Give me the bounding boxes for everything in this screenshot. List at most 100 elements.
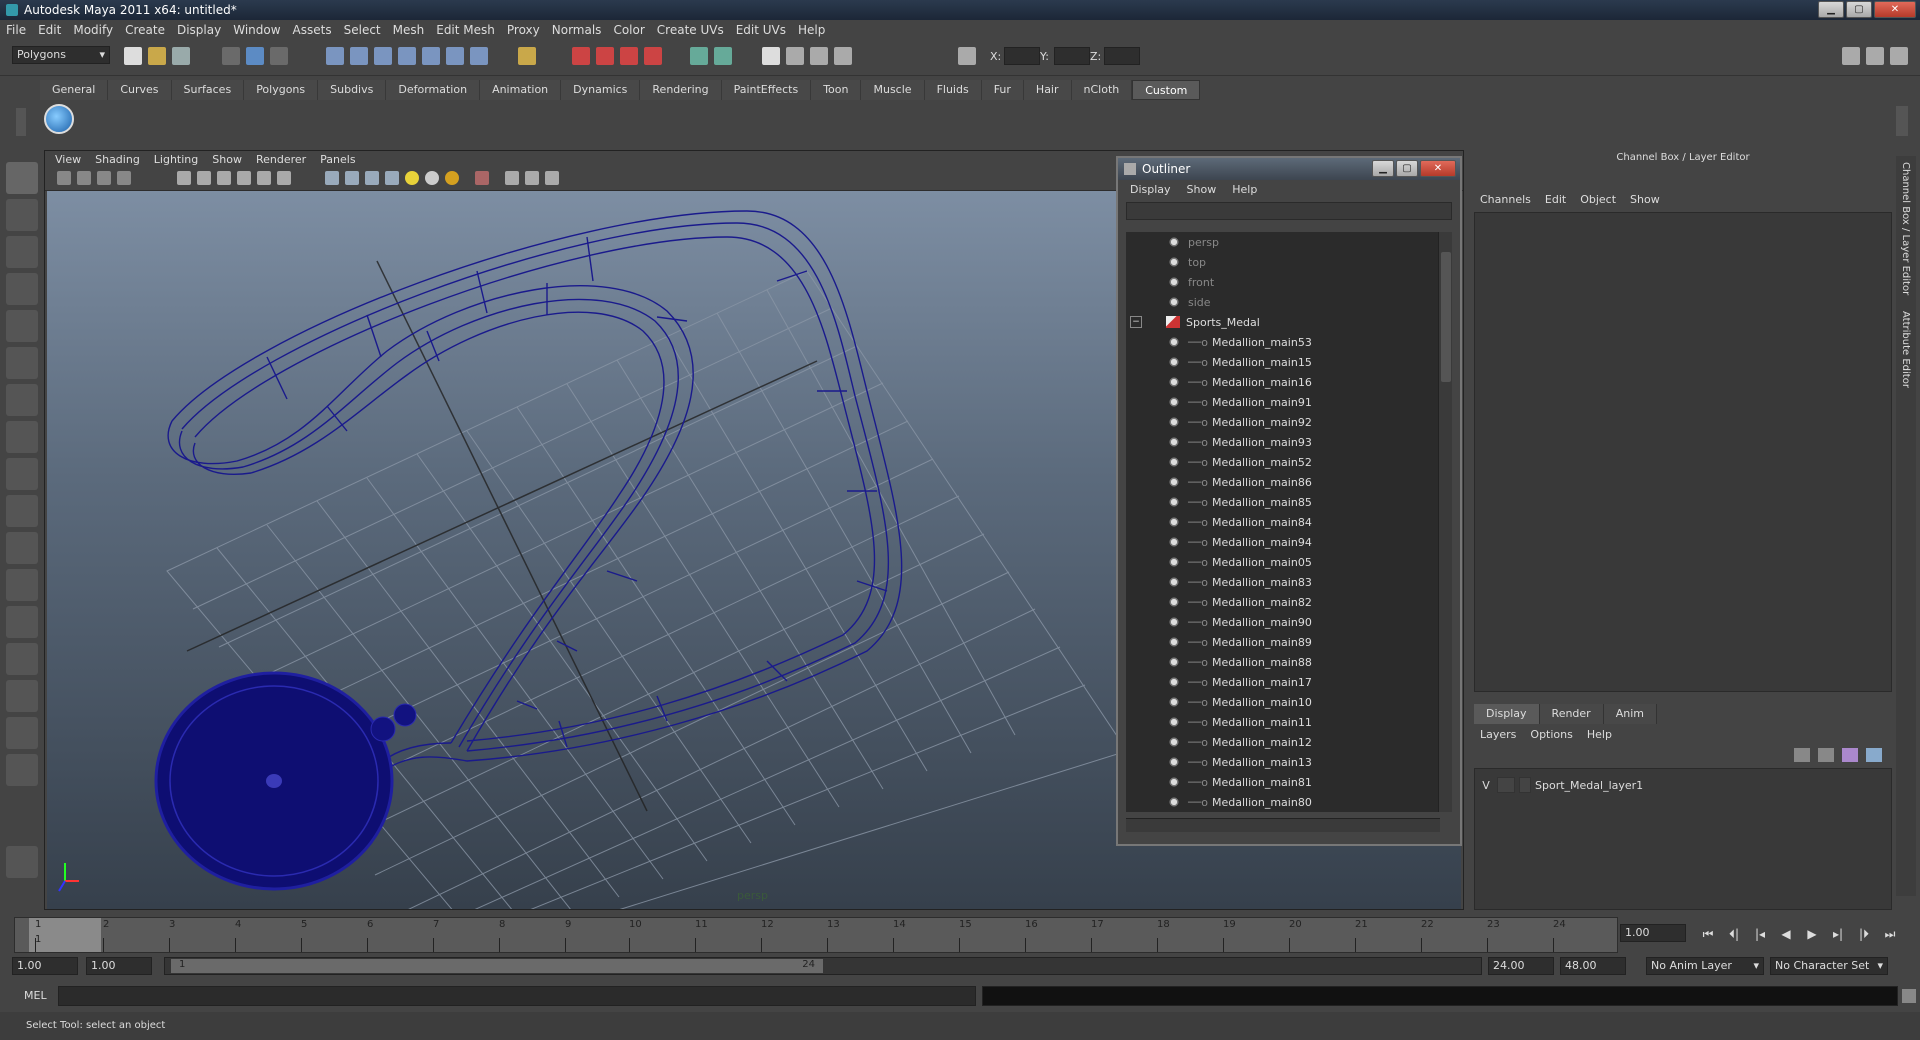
playback-start-field[interactable]: 1.00 [86, 957, 152, 975]
menu-display[interactable]: Display [177, 23, 221, 37]
menu-mesh[interactable]: Mesh [393, 23, 425, 37]
outliner-item-medallion[interactable]: ──o Medallion_main93 [1126, 432, 1440, 452]
snap-live-icon[interactable] [446, 47, 464, 65]
playback-end-field[interactable]: 24.00 [1488, 957, 1554, 975]
move-tool-icon[interactable] [6, 273, 38, 305]
select-tool-icon[interactable] [6, 162, 38, 194]
animation-start-field[interactable]: 1.00 [12, 957, 78, 975]
menu-modify[interactable]: Modify [73, 23, 113, 37]
command-language-label[interactable]: MEL [24, 989, 47, 1002]
viewport-menu-shading[interactable]: Shading [95, 151, 140, 169]
outliner-close-button[interactable]: ✕ [1420, 160, 1456, 177]
toggle-attribute-editor-icon[interactable] [1842, 47, 1860, 65]
outliner-filter-field[interactable] [1126, 202, 1452, 220]
shelf-tab-muscle[interactable]: Muscle [861, 80, 925, 100]
empty-tool-slot[interactable] [6, 495, 38, 527]
single-pane-layout-icon[interactable] [6, 532, 38, 564]
viewport-menu-view[interactable]: View [55, 151, 81, 169]
layer-tab-render[interactable]: Render [1539, 704, 1604, 724]
shelf-tab-toon[interactable]: Toon [811, 80, 862, 100]
layer-menu-options[interactable]: Options [1530, 726, 1572, 744]
toggle-channel-box-icon[interactable] [1890, 47, 1908, 65]
snap-view-icon[interactable] [470, 47, 488, 65]
outliner-maximize-button[interactable]: ▢ [1396, 160, 1418, 177]
select-component-icon[interactable] [270, 47, 288, 65]
gate-mask-icon[interactable] [237, 171, 251, 185]
script-editor-icon[interactable] [6, 846, 38, 878]
side-tab-channel-box[interactable]: Channel Box / Layer Editor [1900, 162, 1911, 295]
viewport-menu-show[interactable]: Show [212, 151, 242, 169]
maximize-button[interactable]: ▢ [1846, 1, 1872, 18]
shelf-tab-polygons[interactable]: Polygons [244, 80, 319, 100]
outliner-horizontal-scrollbar[interactable] [1126, 818, 1440, 832]
snap-point-icon[interactable] [374, 47, 392, 65]
outliner-item-medallion[interactable]: ──o Medallion_main15 [1126, 352, 1440, 372]
soft-mod-tool-icon[interactable] [6, 421, 38, 453]
step-forward-key-icon[interactable]: ▸| [1828, 924, 1848, 944]
outliner-item-medallion[interactable]: ──o Medallion_main12 [1126, 732, 1440, 752]
viewport-menu-renderer[interactable]: Renderer [256, 151, 306, 169]
field-chart-icon[interactable] [257, 171, 271, 185]
menu-set-selector[interactable]: Polygons ▾ [12, 46, 110, 64]
outliner-item-persp[interactable]: persp [1126, 232, 1440, 252]
anim-layer-selector[interactable]: No Anim Layer ▾ [1646, 957, 1764, 975]
range-slider-track[interactable]: 1 24 [164, 957, 1482, 975]
scale-tool-icon[interactable] [6, 347, 38, 379]
shelf-tab-fur[interactable]: Fur [981, 80, 1024, 100]
layer-display-type-toggle[interactable] [1497, 777, 1515, 793]
snap-grid-icon[interactable] [326, 47, 344, 65]
z-field[interactable] [1104, 47, 1140, 65]
outliner-pane-layout-icon[interactable] [6, 606, 38, 638]
textured-icon[interactable] [385, 171, 399, 185]
bookmark-icon[interactable] [97, 171, 111, 185]
script-editor-button-icon[interactable] [1902, 989, 1916, 1003]
shelf-scroll-icon[interactable] [1896, 106, 1908, 136]
outliner-item-medallion[interactable]: ──o Medallion_main91 [1126, 392, 1440, 412]
time-slider[interactable]: 1 1 2 3 4 5 6 7 8 9 10 11 12 13 14 15 16… [14, 917, 1618, 953]
play-backwards-icon[interactable]: ◀ [1776, 924, 1796, 944]
outliner-menu-display[interactable]: Display [1130, 180, 1171, 200]
outliner-layout-icon[interactable] [834, 47, 852, 65]
snap-plane-icon[interactable] [398, 47, 416, 65]
checkmark-icon[interactable] [44, 104, 74, 134]
isolate-select-icon[interactable] [475, 171, 489, 185]
channel-menu-edit[interactable]: Edit [1545, 190, 1566, 210]
outliner-item-medallion[interactable]: ──o Medallion_main90 [1126, 612, 1440, 632]
save-scene-icon[interactable] [172, 47, 190, 65]
input-line-icon[interactable] [690, 47, 708, 65]
collapse-icon[interactable]: − [1130, 316, 1142, 328]
select-by-name-icon[interactable] [714, 47, 732, 65]
shelf-tab-rendering[interactable]: Rendering [640, 80, 722, 100]
outliner-item-medallion[interactable]: ──o Medallion_main94 [1126, 532, 1440, 552]
menu-assets[interactable]: Assets [293, 23, 332, 37]
step-forward-frame-icon[interactable]: |⏵ [1854, 924, 1874, 944]
grid-toggle-icon[interactable] [177, 171, 191, 185]
play-forwards-icon[interactable]: ▶ [1802, 924, 1822, 944]
select-hierarchy-icon[interactable] [222, 47, 240, 65]
outliner-item-medallion[interactable]: ──o Medallion_main88 [1126, 652, 1440, 672]
range-slider-handle[interactable]: 1 24 [171, 959, 823, 973]
new-layer-selected-icon[interactable] [1818, 748, 1834, 762]
channel-menu-object[interactable]: Object [1580, 190, 1616, 210]
last-tool-icon[interactable] [6, 458, 38, 490]
outliner-item-medallion[interactable]: ──o Medallion_main89 [1126, 632, 1440, 652]
menu-normals[interactable]: Normals [552, 23, 602, 37]
outliner-item-medallion[interactable]: ──o Medallion_main10 [1126, 692, 1440, 712]
outliner-item-medallion[interactable]: ──o Medallion_main11 [1126, 712, 1440, 732]
transform-field-icon[interactable] [958, 47, 976, 65]
outliner-item-medallion[interactable]: ──o Medallion_main05 [1126, 552, 1440, 572]
outliner-item-medallion[interactable]: ──o Medallion_main83 [1126, 572, 1440, 592]
viewport-menu-lighting[interactable]: Lighting [154, 151, 198, 169]
channel-box-content[interactable] [1474, 212, 1892, 692]
menu-create[interactable]: Create [125, 23, 165, 37]
menu-color[interactable]: Color [613, 23, 644, 37]
outliner-vertical-scrollbar[interactable] [1438, 232, 1452, 812]
outliner-item-medallion[interactable]: ──o Medallion_main53 [1126, 332, 1440, 352]
menu-file[interactable]: File [6, 23, 26, 37]
go-to-end-icon[interactable]: ⏭ [1880, 924, 1900, 944]
paint-select-tool-icon[interactable] [6, 236, 38, 268]
outliner-menu-help[interactable]: Help [1232, 180, 1257, 200]
all-lights-icon[interactable] [425, 171, 439, 185]
hypershade-icon[interactable] [644, 47, 662, 65]
resolution-gate-icon[interactable] [217, 171, 231, 185]
